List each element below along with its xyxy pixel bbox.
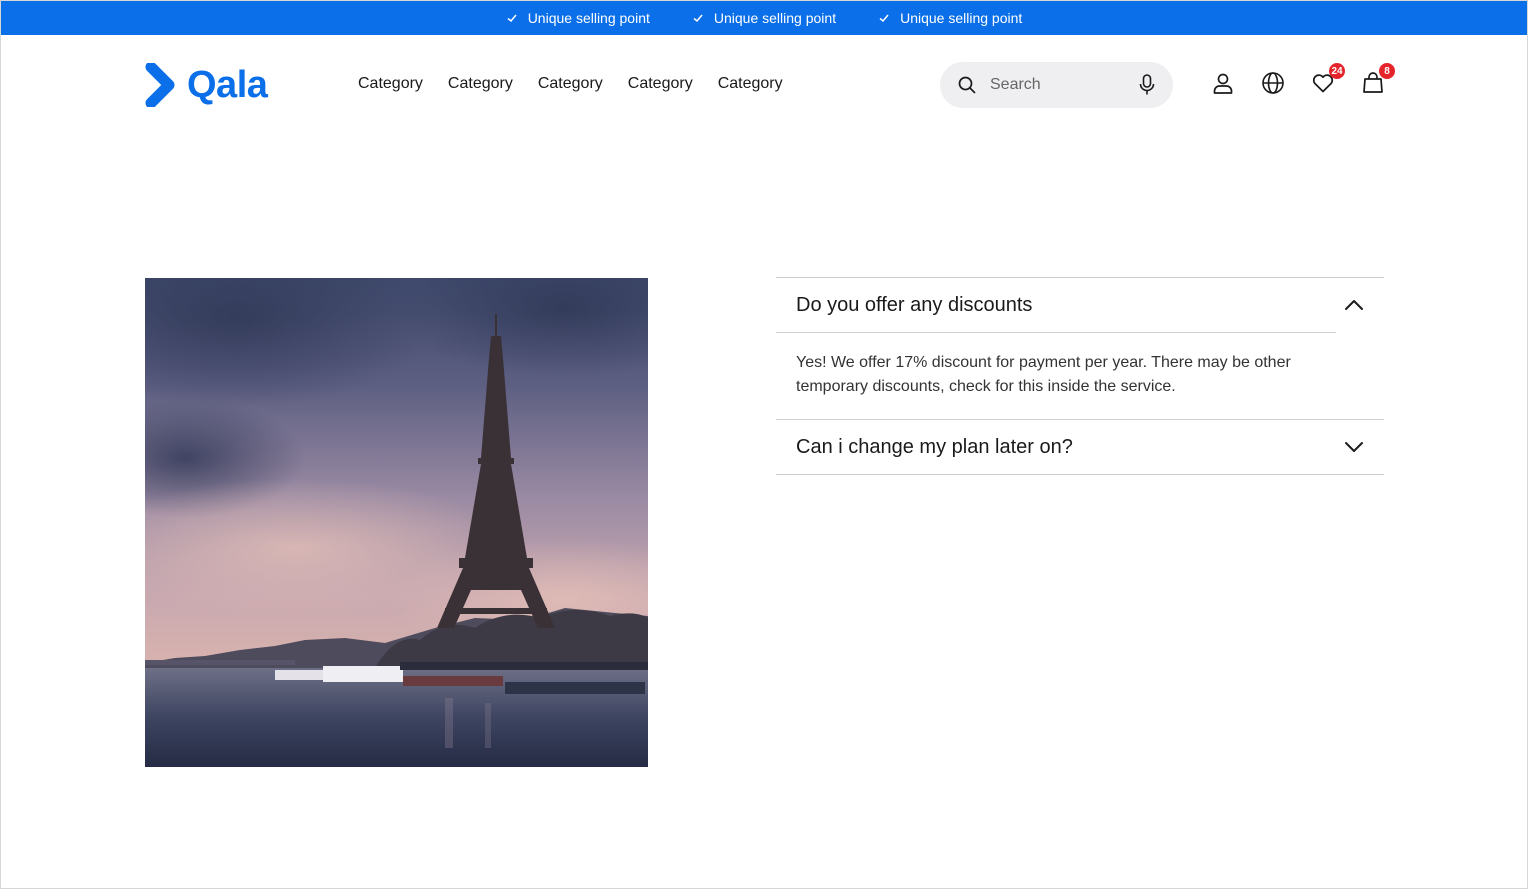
faq-answer: Yes! We offer 17% discount for payment p… <box>776 332 1336 419</box>
check-icon <box>693 14 703 23</box>
usp-item: Unique selling point <box>692 10 836 26</box>
check-icon <box>879 14 889 23</box>
usp-text: Unique selling point <box>527 10 650 26</box>
user-icon <box>1213 73 1233 94</box>
check-icon <box>507 14 517 23</box>
cart-count-badge: 8 <box>1379 63 1395 79</box>
faq-item-discounts: Do you offer any discounts Yes! We offer… <box>776 277 1384 419</box>
cart-button[interactable]: 8 <box>1361 63 1395 97</box>
logo-link[interactable]: Qala <box>145 63 268 107</box>
globe-icon <box>1262 72 1284 94</box>
chevron-right-logo-icon <box>145 63 175 107</box>
search-input[interactable] <box>988 75 1122 95</box>
header-icons: 24 8 <box>1211 63 1395 97</box>
faq-question-toggle[interactable]: Can i change my plan later on? <box>776 420 1384 474</box>
search-box <box>940 62 1173 108</box>
usp-banner: Unique selling point Unique selling poin… <box>1 1 1527 35</box>
faq-item-change-plan: Can i change my plan later on? <box>776 419 1384 475</box>
usp-text: Unique selling point <box>713 10 837 26</box>
faq-question: Can i change my plan later on? <box>796 435 1073 458</box>
wishlist-count-badge: 24 <box>1329 63 1345 79</box>
eiffel-tower-photo <box>145 278 648 767</box>
nav-category-1[interactable]: Category <box>358 75 423 93</box>
main-nav: Category Category Category Category Cate… <box>358 75 783 93</box>
usp-item: Unique selling point <box>878 10 1022 26</box>
wishlist-button[interactable]: 24 <box>1311 63 1345 97</box>
nav-category-5[interactable]: Category <box>718 75 783 93</box>
nav-category-4[interactable]: Category <box>628 75 693 93</box>
language-button[interactable] <box>1261 71 1285 97</box>
chevron-down-icon <box>1345 442 1363 452</box>
chevron-up-icon <box>1345 300 1363 310</box>
logo-text: Qala <box>187 64 268 106</box>
search-icon <box>958 76 976 94</box>
faq-accordion: Do you offer any discounts Yes! We offer… <box>776 277 1384 475</box>
page: Unique selling point Unique selling poin… <box>0 0 1528 889</box>
nav-category-3[interactable]: Category <box>538 75 603 93</box>
nav-category-2[interactable]: Category <box>448 75 513 93</box>
usp-item: Unique selling point <box>506 10 650 26</box>
faq-question: Do you offer any discounts <box>796 293 1033 316</box>
account-button[interactable] <box>1211 71 1235 97</box>
usp-text: Unique selling point <box>900 10 1023 26</box>
faq-question-toggle[interactable]: Do you offer any discounts <box>776 278 1384 332</box>
site-header: Qala Category Category Category Category… <box>1 35 1527 135</box>
microphone-icon[interactable] <box>1139 74 1155 96</box>
